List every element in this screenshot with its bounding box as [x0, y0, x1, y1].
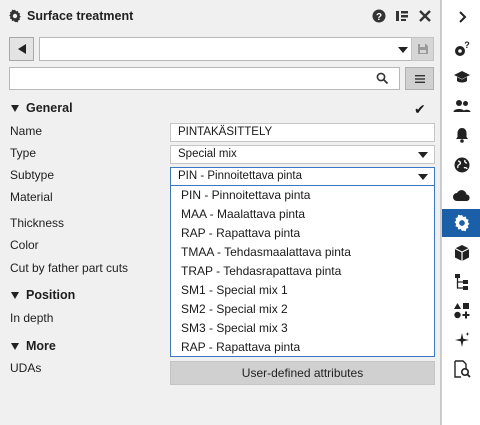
uda-button-label: User-defined attributes — [241, 366, 364, 380]
collapse-triangle-icon — [11, 104, 19, 112]
section-position-header[interactable]: Position — [11, 288, 75, 302]
subtype-select[interactable]: PIN - Pinnoitettava pinta — [170, 167, 435, 186]
hierarchy-icon[interactable] — [442, 268, 480, 296]
dropdown-option[interactable]: SM3 - Special mix 3 — [171, 319, 434, 338]
bell-icon[interactable] — [442, 121, 480, 149]
label-name: Name — [10, 124, 43, 138]
box-icon[interactable] — [442, 239, 480, 267]
dropdown-option[interactable]: PIN - Pinnoitettava pinta — [171, 186, 434, 205]
panel-titlebar: Surface treatment ? — [0, 0, 441, 32]
collapse-triangle-icon — [11, 342, 19, 350]
type-select-value: Special mix — [178, 148, 237, 160]
section-more-label: More — [26, 339, 56, 353]
gear-icon[interactable] — [442, 209, 480, 237]
dropdown-option[interactable]: RAP - Rapattava pinta — [171, 338, 434, 357]
graduation-cap-icon[interactable] — [442, 63, 480, 91]
collapse-chevron-icon[interactable] — [442, 3, 480, 31]
close-icon[interactable] — [417, 8, 433, 24]
section-general-label: General — [26, 101, 73, 115]
collapse-triangle-icon — [11, 291, 19, 299]
search-input[interactable] — [10, 68, 370, 89]
help-icon[interactable]: ? — [371, 8, 387, 24]
label-in-depth: In depth — [10, 311, 54, 325]
name-field-value: PINTAKÄSITTELY — [178, 126, 273, 138]
dropdown-option[interactable]: TRAP - Tehdasrapattava pinta — [171, 262, 434, 281]
preset-select[interactable] — [39, 37, 417, 61]
chevron-down-icon — [418, 152, 428, 158]
back-arrow-icon — [17, 44, 26, 54]
layout-icon[interactable] — [394, 8, 410, 24]
search-field[interactable] — [9, 67, 400, 90]
section-position-label: Position — [26, 288, 76, 302]
dropdown-option[interactable]: RAP - Rapattava pinta — [171, 224, 434, 243]
gear-icon — [8, 9, 22, 23]
users-icon[interactable] — [442, 92, 480, 120]
search-icon — [376, 72, 389, 88]
section-more-header[interactable]: More — [11, 339, 56, 353]
chevron-down-icon — [418, 174, 428, 180]
label-subtype: Subtype — [10, 168, 55, 182]
label-udas: UDAs — [10, 361, 42, 375]
dropdown-option[interactable]: MAA - Maalattava pinta — [171, 205, 434, 224]
chevron-down-icon — [398, 47, 408, 53]
type-select[interactable]: Special mix — [170, 145, 435, 164]
hamburger-icon — [414, 74, 425, 83]
label-color: Color — [10, 238, 39, 252]
back-button[interactable] — [9, 37, 34, 61]
side-toolbar: ? — [441, 0, 480, 425]
label-thickness: Thickness — [10, 216, 65, 230]
save-icon — [417, 44, 428, 54]
dropdown-option[interactable]: SM2 - Special mix 2 — [171, 300, 434, 319]
globe-icon[interactable] — [442, 151, 480, 179]
dropdown-option[interactable]: SM1 - Special mix 1 — [171, 281, 434, 300]
subtype-select-value: PIN - Pinnoitettava pinta — [178, 170, 303, 182]
cloud-icon[interactable] — [442, 181, 480, 209]
panel-title: Surface treatment — [27, 9, 134, 23]
name-field[interactable]: PINTAKÄSITTELY — [170, 123, 435, 142]
menu-button[interactable] — [405, 67, 434, 90]
report-search-icon[interactable] — [442, 355, 480, 383]
dropdown-option[interactable]: TMAA - Tehdasmaalattava pinta — [171, 243, 434, 262]
preset-toolbar — [9, 37, 434, 61]
settings-help-icon[interactable]: ? — [442, 35, 480, 63]
label-material: Material — [10, 190, 53, 204]
shapes-add-icon[interactable] — [442, 297, 480, 325]
save-button[interactable] — [411, 37, 434, 61]
user-defined-attributes-button[interactable]: User-defined attributes — [170, 361, 435, 385]
surface-treatment-panel: Surface treatment ? General ✔ Name PINTA… — [0, 0, 441, 425]
checkmark-icon[interactable]: ✔ — [414, 101, 426, 118]
label-type: Type — [10, 146, 37, 160]
svg-text:?: ? — [376, 12, 382, 23]
sparkle-icon[interactable] — [442, 326, 480, 354]
section-general-header[interactable]: General — [11, 101, 73, 115]
label-cut-by-father: Cut by father part cuts — [10, 261, 129, 275]
svg-text:?: ? — [464, 40, 470, 50]
subtype-dropdown-list: PIN - Pinnoitettava pinta MAA - Maalatta… — [170, 186, 435, 357]
